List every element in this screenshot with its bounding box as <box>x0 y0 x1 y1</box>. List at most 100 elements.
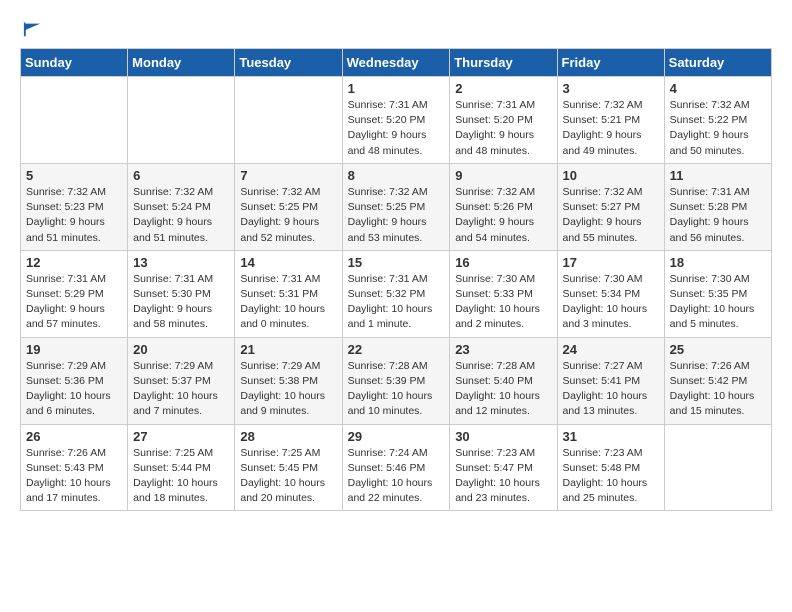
day-number-18: 18 <box>670 255 766 270</box>
day-cell-6: 6 Sunrise: 7:32 AM Sunset: 5:24 PM Daylig… <box>128 163 235 250</box>
day-cell-19: 19Sunrise: 7:29 AM Sunset: 5:36 PM Dayli… <box>21 337 128 424</box>
day-cell-10: 10 Sunrise: 7:32 AM Sunset: 5:27 PM Dayli… <box>557 163 664 250</box>
empty-cell <box>235 77 342 164</box>
day-cell-24: 24 Sunrise: 7:27 AM Sunset: 5:41 PM Dayli… <box>557 337 664 424</box>
day-info-2: Sunrise: 7:31 AM Sunset: 5:20 PM Dayligh… <box>455 98 551 159</box>
logo <box>20 20 42 38</box>
day-info-11: Sunrise: 7:31 AM Sunset: 5:28 PM Dayligh… <box>670 185 766 246</box>
day-cell-14: 14 Sunrise: 7:31 AM Sunset: 5:31 PM Dayli… <box>235 250 342 337</box>
day-info-12: Sunrise: 7:31 AM Sunset: 5:29 PM Dayligh… <box>26 272 122 333</box>
weekday-header-monday: Monday <box>128 49 235 77</box>
day-cell-17: 17Sunrise: 7:30 AM Sunset: 5:34 PM Dayli… <box>557 250 664 337</box>
day-info-29: Sunrise: 7:24 AM Sunset: 5:46 PM Dayligh… <box>348 446 445 507</box>
day-number-14: 14 <box>240 255 336 270</box>
day-info-23: Sunrise: 7:28 AM Sunset: 5:40 PM Dayligh… <box>455 359 551 420</box>
day-number-19: 19 <box>26 342 122 357</box>
day-number-25: 25 <box>670 342 766 357</box>
page: SundayMondayTuesdayWednesdayThursdayFrid… <box>0 0 792 521</box>
day-cell-23: 23 Sunrise: 7:28 AM Sunset: 5:40 PM Dayli… <box>450 337 557 424</box>
day-info-24: Sunrise: 7:27 AM Sunset: 5:41 PM Dayligh… <box>563 359 659 420</box>
day-cell-2: 2 Sunrise: 7:31 AM Sunset: 5:20 PM Daylig… <box>450 77 557 164</box>
day-cell-26: 26 Sunrise: 7:26 AM Sunset: 5:43 PM Dayli… <box>21 424 128 511</box>
day-number-9: 9 <box>455 168 551 183</box>
day-info-3: Sunrise: 7:32 AM Sunset: 5:21 PM Dayligh… <box>563 98 659 159</box>
weekday-header-sunday: Sunday <box>21 49 128 77</box>
day-cell-1: 1Sunrise: 7:31 AM Sunset: 5:20 PM Daylig… <box>342 77 450 164</box>
day-info-8: Sunrise: 7:32 AM Sunset: 5:25 PM Dayligh… <box>348 185 445 246</box>
day-number-28: 28 <box>240 429 336 444</box>
day-cell-13: 13 Sunrise: 7:31 AM Sunset: 5:30 PM Dayli… <box>128 250 235 337</box>
day-cell-7: 7Sunrise: 7:32 AM Sunset: 5:25 PM Daylig… <box>235 163 342 250</box>
calendar: SundayMondayTuesdayWednesdayThursdayFrid… <box>20 48 772 511</box>
week-row-1: 1Sunrise: 7:31 AM Sunset: 5:20 PM Daylig… <box>21 77 772 164</box>
empty-cell <box>128 77 235 164</box>
day-number-27: 27 <box>133 429 229 444</box>
day-info-22: Sunrise: 7:28 AM Sunset: 5:39 PM Dayligh… <box>348 359 445 420</box>
day-cell-31: 31 Sunrise: 7:23 AM Sunset: 5:48 PM Dayli… <box>557 424 664 511</box>
day-number-6: 6 <box>133 168 229 183</box>
day-number-7: 7 <box>240 168 336 183</box>
day-info-28: Sunrise: 7:25 AM Sunset: 5:45 PM Dayligh… <box>240 446 336 507</box>
day-number-29: 29 <box>348 429 445 444</box>
week-row-3: 12 Sunrise: 7:31 AM Sunset: 5:29 PM Dayli… <box>21 250 772 337</box>
day-number-21: 21 <box>240 342 336 357</box>
day-number-15: 15 <box>348 255 445 270</box>
day-cell-22: 22 Sunrise: 7:28 AM Sunset: 5:39 PM Dayli… <box>342 337 450 424</box>
day-cell-18: 18 Sunrise: 7:30 AM Sunset: 5:35 PM Dayli… <box>664 250 771 337</box>
day-number-24: 24 <box>563 342 659 357</box>
day-info-5: Sunrise: 7:32 AM Sunset: 5:23 PM Dayligh… <box>26 185 122 246</box>
day-number-17: 17 <box>563 255 659 270</box>
day-cell-25: 25 Sunrise: 7:26 AM Sunset: 5:42 PM Dayli… <box>664 337 771 424</box>
weekday-header-thursday: Thursday <box>450 49 557 77</box>
day-info-20: Sunrise: 7:29 AM Sunset: 5:37 PM Dayligh… <box>133 359 229 420</box>
weekday-header-saturday: Saturday <box>664 49 771 77</box>
day-number-30: 30 <box>455 429 551 444</box>
day-cell-3: 3Sunrise: 7:32 AM Sunset: 5:21 PM Daylig… <box>557 77 664 164</box>
day-info-13: Sunrise: 7:31 AM Sunset: 5:30 PM Dayligh… <box>133 272 229 333</box>
day-number-31: 31 <box>563 429 659 444</box>
day-number-4: 4 <box>670 81 766 96</box>
day-number-10: 10 <box>563 168 659 183</box>
day-info-18: Sunrise: 7:30 AM Sunset: 5:35 PM Dayligh… <box>670 272 766 333</box>
day-cell-5: 5 Sunrise: 7:32 AM Sunset: 5:23 PM Daylig… <box>21 163 128 250</box>
weekday-header-tuesday: Tuesday <box>235 49 342 77</box>
day-cell-12: 12 Sunrise: 7:31 AM Sunset: 5:29 PM Dayli… <box>21 250 128 337</box>
weekday-header-wednesday: Wednesday <box>342 49 450 77</box>
week-row-4: 19Sunrise: 7:29 AM Sunset: 5:36 PM Dayli… <box>21 337 772 424</box>
day-number-2: 2 <box>455 81 551 96</box>
week-row-2: 5 Sunrise: 7:32 AM Sunset: 5:23 PM Daylig… <box>21 163 772 250</box>
empty-cell <box>664 424 771 511</box>
day-info-6: Sunrise: 7:32 AM Sunset: 5:24 PM Dayligh… <box>133 185 229 246</box>
day-number-13: 13 <box>133 255 229 270</box>
day-number-26: 26 <box>26 429 122 444</box>
day-info-21: Sunrise: 7:29 AM Sunset: 5:38 PM Dayligh… <box>240 359 336 420</box>
day-cell-9: 9 Sunrise: 7:32 AM Sunset: 5:26 PM Daylig… <box>450 163 557 250</box>
day-info-26: Sunrise: 7:26 AM Sunset: 5:43 PM Dayligh… <box>26 446 122 507</box>
day-number-16: 16 <box>455 255 551 270</box>
day-info-14: Sunrise: 7:31 AM Sunset: 5:31 PM Dayligh… <box>240 272 336 333</box>
day-info-25: Sunrise: 7:26 AM Sunset: 5:42 PM Dayligh… <box>670 359 766 420</box>
logo-flag-icon <box>22 20 42 38</box>
day-cell-21: 21 Sunrise: 7:29 AM Sunset: 5:38 PM Dayli… <box>235 337 342 424</box>
day-number-12: 12 <box>26 255 122 270</box>
week-row-5: 26 Sunrise: 7:26 AM Sunset: 5:43 PM Dayli… <box>21 424 772 511</box>
day-info-31: Sunrise: 7:23 AM Sunset: 5:48 PM Dayligh… <box>563 446 659 507</box>
weekday-header-friday: Friday <box>557 49 664 77</box>
day-cell-20: 20 Sunrise: 7:29 AM Sunset: 5:37 PM Dayli… <box>128 337 235 424</box>
day-number-20: 20 <box>133 342 229 357</box>
day-number-23: 23 <box>455 342 551 357</box>
day-info-10: Sunrise: 7:32 AM Sunset: 5:27 PM Dayligh… <box>563 185 659 246</box>
day-number-11: 11 <box>670 168 766 183</box>
day-info-1: Sunrise: 7:31 AM Sunset: 5:20 PM Dayligh… <box>348 98 445 159</box>
day-info-4: Sunrise: 7:32 AM Sunset: 5:22 PM Dayligh… <box>670 98 766 159</box>
day-info-9: Sunrise: 7:32 AM Sunset: 5:26 PM Dayligh… <box>455 185 551 246</box>
empty-cell <box>21 77 128 164</box>
day-number-22: 22 <box>348 342 445 357</box>
day-info-16: Sunrise: 7:30 AM Sunset: 5:33 PM Dayligh… <box>455 272 551 333</box>
day-cell-27: 27Sunrise: 7:25 AM Sunset: 5:44 PM Dayli… <box>128 424 235 511</box>
day-number-5: 5 <box>26 168 122 183</box>
weekday-header-row: SundayMondayTuesdayWednesdayThursdayFrid… <box>21 49 772 77</box>
day-cell-4: 4 Sunrise: 7:32 AM Sunset: 5:22 PM Daylig… <box>664 77 771 164</box>
day-cell-8: 8 Sunrise: 7:32 AM Sunset: 5:25 PM Daylig… <box>342 163 450 250</box>
day-number-8: 8 <box>348 168 445 183</box>
